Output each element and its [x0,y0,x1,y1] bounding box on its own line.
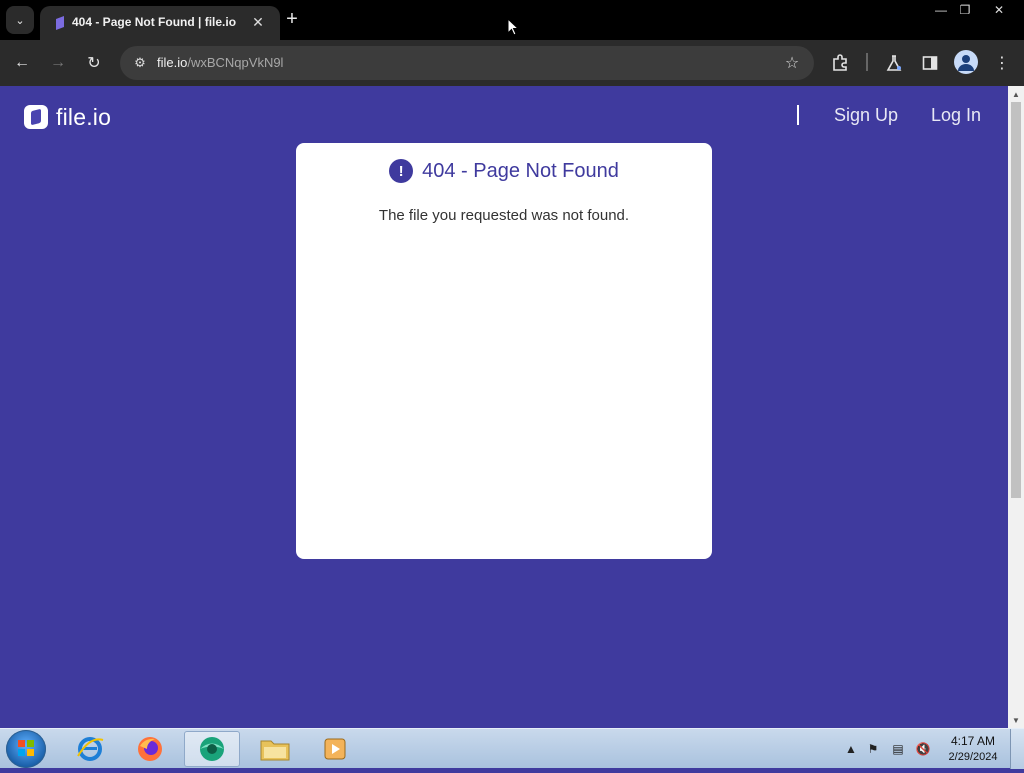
labs-button[interactable] [881,50,907,76]
taskbar-file-explorer[interactable] [247,731,303,767]
show-hidden-icons[interactable]: ▲ [842,739,860,759]
new-tab-button[interactable]: + [282,8,302,30]
browser-menu-button[interactable]: ⋮ [989,50,1015,76]
tab-active[interactable]: 404 - Page Not Found | file.io ✕ [40,6,280,40]
bookmark-star-icon[interactable]: ☆ [780,51,804,75]
taskbar-firefox[interactable] [122,731,178,767]
url-path: /wxBCNqpVkN9l [187,55,284,70]
chevron-down-icon: ⌄ [15,14,25,27]
reload-button[interactable]: ↻ [81,50,107,76]
scroll-down-icon[interactable]: ▼ [1008,712,1024,728]
minimize-icon: — [935,3,947,17]
log-in-link[interactable]: Log In [931,105,981,126]
reload-icon: ↻ [87,55,101,72]
side-panel-button[interactable] [917,50,943,76]
page-viewport: file.io Sign Up Log In ! 404 - Page Not … [0,86,1008,728]
restore-icon: ❐ [959,3,971,17]
file-io-logo-icon [24,105,48,129]
mouse-cursor-icon [507,18,519,36]
plus-icon: + [286,7,298,30]
clock-time[interactable]: 4:17 AM [944,734,1002,748]
address-bar[interactable]: ⚙ file.io/wxBCNqpVkN9l ☆ [120,46,814,80]
tab-close-icon[interactable]: ✕ [248,12,268,32]
extensions-button[interactable] [827,50,853,76]
toolbar-separator [866,53,868,71]
file-io-favicon-icon [56,16,64,30]
taskbar-browser-active[interactable] [184,731,240,767]
tab-title: 404 - Page Not Found | file.io [72,15,237,29]
url-host: file.io [157,55,188,70]
error-heading: ! 404 - Page Not Found [296,159,712,183]
folder-icon [260,740,290,761]
site-info-icon[interactable]: ⚙ [128,51,152,75]
taskbar-internet-explorer[interactable] [62,731,118,767]
browser-toolbar: ← → ↻ ⚙ file.io/wxBCNqpVkN9l ☆ ⋮ [0,40,1024,86]
windows-taskbar: ▲ ⚑ ▤ 🔇 4:17 AM 2/29/2024 [0,728,1024,769]
taskbar-media-player[interactable] [307,731,363,767]
show-desktop-button[interactable] [1010,729,1024,769]
forward-button[interactable]: → [45,50,71,76]
kebab-menu-icon: ⋮ [994,55,1010,72]
internet-explorer-icon [77,737,104,761]
person-icon [958,55,974,71]
media-player-icon [324,738,346,760]
arrow-left-icon: ← [14,54,30,71]
site-logo[interactable]: file.io [24,104,111,130]
logo-text: file.io [56,103,112,130]
error-title: 404 - Page Not Found [422,159,619,182]
action-center-flag-icon[interactable]: ⚑ [864,739,882,759]
error-card: ! 404 - Page Not Found The file you requ… [296,143,712,559]
browser-app-icon [200,737,224,761]
scroll-up-icon[interactable]: ▲ [1008,86,1024,102]
windows-logo-icon [18,740,34,756]
tab-search-button[interactable]: ⌄ [6,6,34,34]
arrow-right-icon: → [50,54,66,71]
restore-button[interactable]: ❐ [950,0,980,20]
profile-avatar[interactable] [954,50,978,74]
sign-up-link[interactable]: Sign Up [834,105,898,126]
flask-icon [886,55,902,71]
scrollbar-thumb[interactable] [1011,102,1021,498]
volume-muted-icon[interactable]: 🔇 [914,739,932,759]
page-scrollbar[interactable]: ▲ ▼ [1008,86,1024,728]
close-icon: ✕ [993,3,1005,17]
puzzle-icon [833,54,847,71]
close-window-button[interactable]: ✕ [984,0,1014,20]
alert-icon: ! [389,159,414,183]
error-message: The file you requested was not found. [378,207,630,224]
side-panel-icon [922,56,938,70]
start-button[interactable] [6,730,46,768]
back-button[interactable]: ← [9,50,35,76]
clock-date[interactable]: 2/29/2024 [944,751,1002,763]
nav-divider [797,105,799,125]
network-icon[interactable]: ▤ [889,739,907,759]
url-text: file.io/wxBCNqpVkN9l [157,55,283,70]
firefox-icon [138,737,162,761]
